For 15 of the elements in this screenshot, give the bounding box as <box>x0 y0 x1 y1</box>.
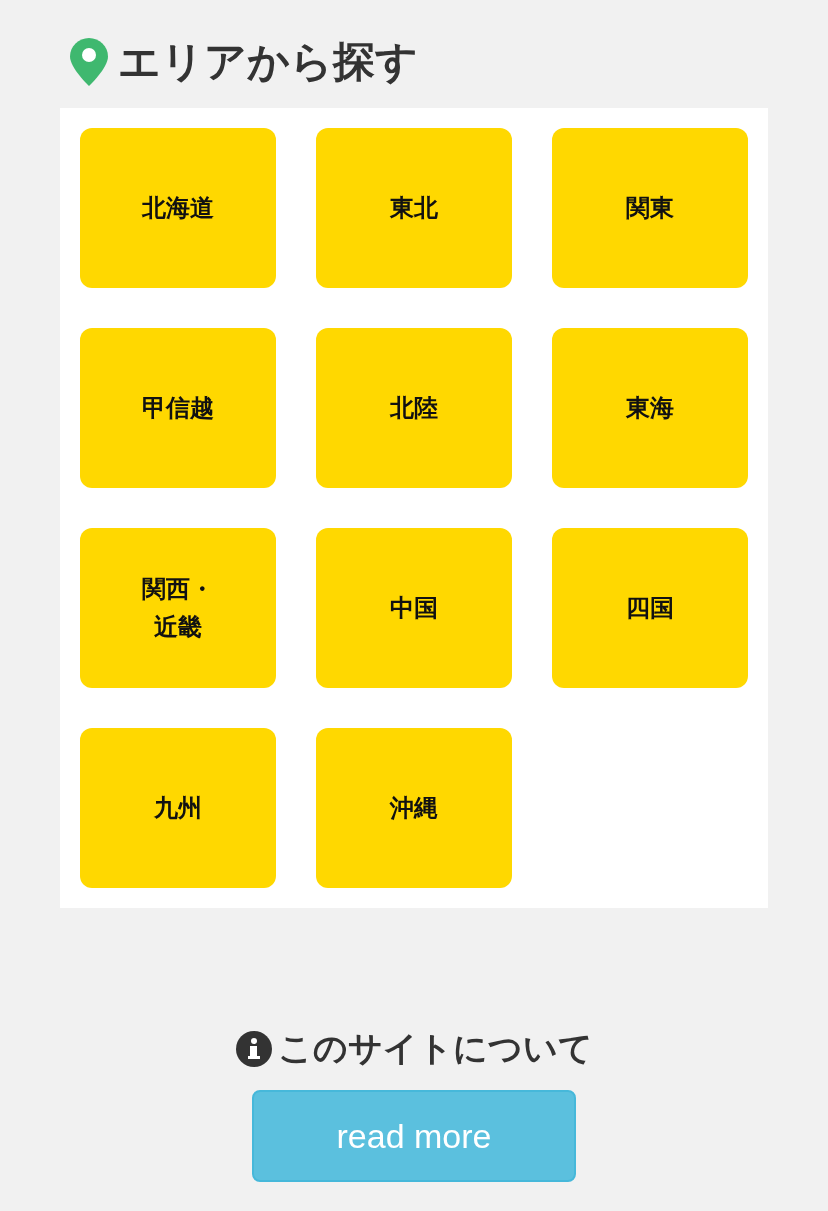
area-tile[interactable]: 北海道 <box>80 128 276 288</box>
area-tile[interactable]: 沖縄 <box>316 728 512 888</box>
area-tile[interactable]: 九州 <box>80 728 276 888</box>
area-tile[interactable]: 北陸 <box>316 328 512 488</box>
info-icon <box>235 1031 272 1067</box>
area-tile[interactable]: 甲信越 <box>80 328 276 488</box>
area-tile[interactable]: 関西・近畿 <box>80 528 276 688</box>
section-title: このサイトについて <box>277 1027 593 1070</box>
area-tile[interactable]: 四国 <box>552 528 748 688</box>
area-tile[interactable]: 関東 <box>552 128 748 288</box>
area-tile[interactable]: 東北 <box>316 128 512 288</box>
map-pin-icon <box>70 38 108 86</box>
area-tile[interactable]: 東海 <box>552 328 748 488</box>
area-tile[interactable]: 中国 <box>316 528 512 688</box>
section-title: エリアから探す <box>118 36 418 88</box>
